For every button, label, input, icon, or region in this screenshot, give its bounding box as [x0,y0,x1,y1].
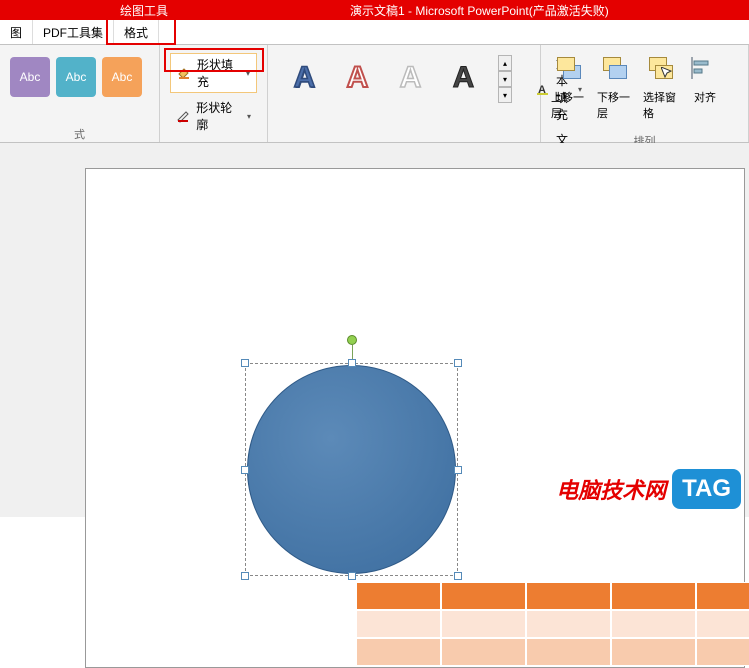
wordart-preset-1[interactable]: A [282,55,327,100]
chevron-down-icon: ▾ [246,69,250,78]
resize-handle-sw[interactable] [241,572,249,580]
oval-shape[interactable] [247,365,456,574]
window-title: 演示文稿1 - Microsoft PowerPoint(产品激活失败) [350,2,609,19]
group-arrange: 上移一层 下移一层 选择窗格 [541,45,749,142]
paint-bucket-icon [177,65,191,81]
title-bar: 绘图工具 演示文稿1 - Microsoft PowerPoint(产品激活失败… [0,0,749,20]
table-cell[interactable] [696,610,749,638]
selection-pane-button[interactable]: 选择窗格 [641,53,685,125]
group-shape-styles: Abc Abc Abc 式 [0,45,160,142]
gallery-up-button[interactable]: ▴ [498,55,512,71]
resize-handle-ne[interactable] [454,359,462,367]
resize-handle-n[interactable] [348,359,356,367]
slide-canvas [0,143,749,517]
selected-shape-oval[interactable] [245,363,458,576]
group-wordart-styles: A A A A ▴ ▾ ▾ A 文本填充 ▾ A 文本轮廓 [268,45,541,142]
align-button[interactable]: 对齐 [687,53,723,125]
table-row [356,610,749,638]
selection-pane-icon [649,57,677,85]
table-row [356,638,749,666]
ribbon-tabs: 图 PDF工具集 格式 [0,20,749,45]
table-cell[interactable] [441,610,526,638]
group-label-shape-styles: 式 [0,126,159,142]
wordart-preset-3[interactable]: A [388,55,433,100]
tab-view[interactable]: 图 [0,20,33,44]
style-preset-1[interactable]: Abc [10,57,50,97]
table-cell[interactable] [441,582,526,610]
shape-outline-button[interactable]: 形状轮廓 ▾ [170,97,257,135]
table-cell[interactable] [611,638,696,666]
rotation-handle[interactable] [347,335,357,345]
table-object[interactable] [356,582,749,666]
shape-fill-label: 形状填充 [197,56,238,90]
gallery-scroll: ▴ ▾ ▾ [498,55,512,103]
align-icon [691,57,719,85]
table-cell[interactable] [696,582,749,610]
group-shape-options: 形状填充 ▾ 形状轮廓 ▾ 形状效果 ▾ [160,45,268,142]
table-cell[interactable] [526,582,611,610]
resize-handle-nw[interactable] [241,359,249,367]
shape-style-gallery[interactable]: Abc Abc Abc [4,49,148,105]
style-preset-3[interactable]: Abc [102,57,142,97]
bring-forward-button[interactable]: 上移一层 [549,53,593,125]
resize-handle-e[interactable] [454,466,462,474]
contextual-tab-label: 绘图工具 [108,0,180,20]
tab-pdf-tools[interactable]: PDF工具集 [33,20,114,44]
chevron-down-icon: ▾ [247,112,251,121]
shape-fill-button[interactable]: 形状填充 ▾ [170,53,257,93]
table-cell[interactable] [526,638,611,666]
pen-outline-icon [176,108,190,124]
wordart-preset-2[interactable]: A [335,55,380,100]
table-cell[interactable] [356,638,441,666]
ribbon: Abc Abc Abc 式 形状填充 ▾ 形 [0,45,749,143]
wordart-preset-4[interactable]: A [441,55,486,100]
wordart-gallery[interactable]: A A A A ▴ ▾ ▾ [272,49,522,109]
resize-handle-s[interactable] [348,572,356,580]
watermark-text: 电脑技术网 [556,473,666,505]
table-cell[interactable] [356,582,441,610]
gallery-more-button[interactable]: ▾ [498,87,512,103]
watermark: 电脑技术网 TAG [556,469,741,509]
resize-handle-se[interactable] [454,572,462,580]
bring-forward-icon [557,57,585,85]
contextual-tab-text: 绘图工具 [120,2,168,19]
gallery-down-button[interactable]: ▾ [498,71,512,87]
style-preset-2[interactable]: Abc [56,57,96,97]
watermark-tag: TAG [672,469,741,509]
table-row [356,582,749,610]
resize-handle-w[interactable] [241,466,249,474]
table-cell[interactable] [611,582,696,610]
send-backward-button[interactable]: 下移一层 [595,53,639,125]
table-cell[interactable] [441,638,526,666]
tab-format[interactable]: 格式 [114,20,159,44]
table-cell[interactable] [526,610,611,638]
table-cell[interactable] [611,610,696,638]
table-cell[interactable] [696,638,749,666]
table-cell[interactable] [356,610,441,638]
shape-outline-label: 形状轮廓 [196,99,239,133]
send-backward-icon [603,57,631,85]
